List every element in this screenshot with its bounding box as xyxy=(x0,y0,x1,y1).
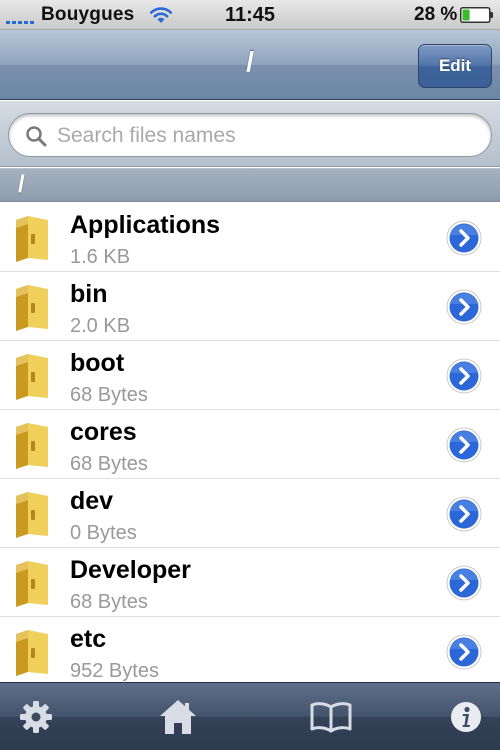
file-name: Developer xyxy=(70,556,191,584)
file-size: 1.6 KB xyxy=(70,246,131,268)
file-name: boot xyxy=(70,349,125,377)
battery-fill xyxy=(462,9,470,21)
file-list[interactable]: Applications 1.6 KB bin 2.0 KB boot 68 B… xyxy=(0,203,500,682)
folder-icon xyxy=(16,216,48,262)
detail-disclosure-button[interactable] xyxy=(446,289,482,325)
file-name: Applications xyxy=(70,211,221,239)
list-item[interactable]: bin 2.0 KB xyxy=(0,272,500,341)
file-name: bin xyxy=(70,280,108,308)
detail-disclosure-button[interactable] xyxy=(446,220,482,256)
file-size: 952 Bytes xyxy=(70,660,159,682)
folder-icon xyxy=(16,492,48,538)
search-bar xyxy=(0,101,500,167)
section-title: / xyxy=(18,171,25,198)
tab-settings[interactable] xyxy=(14,695,58,739)
file-name: dev xyxy=(70,487,114,515)
file-size: 0 Bytes xyxy=(70,522,137,544)
folder-icon xyxy=(16,285,48,331)
status-bar: Bouygues 11:45 28 % xyxy=(0,0,500,30)
book-icon xyxy=(310,702,352,733)
detail-disclosure-button[interactable] xyxy=(446,496,482,532)
file-name: etc xyxy=(70,625,107,653)
navigation-bar: / Edit xyxy=(0,30,500,100)
file-name: cores xyxy=(70,418,137,446)
search-field[interactable] xyxy=(8,113,492,157)
battery-icon xyxy=(460,7,493,23)
folder-icon xyxy=(16,423,48,469)
section-header: / xyxy=(0,168,500,202)
tab-bookmarks[interactable] xyxy=(309,695,353,739)
file-size: 68 Bytes xyxy=(70,453,148,475)
home-icon xyxy=(160,700,196,734)
edit-button[interactable]: Edit xyxy=(418,44,492,88)
search-icon xyxy=(26,126,47,147)
detail-disclosure-button[interactable] xyxy=(446,427,482,463)
detail-disclosure-button[interactable] xyxy=(446,565,482,601)
tab-info[interactable] xyxy=(444,695,488,739)
detail-disclosure-button[interactable] xyxy=(446,634,482,670)
file-size: 2.0 KB xyxy=(70,315,131,337)
list-item[interactable]: Applications 1.6 KB xyxy=(0,203,500,272)
list-item[interactable]: cores 68 Bytes xyxy=(0,410,500,479)
info-icon xyxy=(451,702,481,732)
battery-percentage: 28 % xyxy=(414,4,458,25)
search-input[interactable] xyxy=(57,123,477,149)
list-item[interactable]: boot 68 Bytes xyxy=(0,341,500,410)
tab-home[interactable] xyxy=(156,695,200,739)
detail-disclosure-button[interactable] xyxy=(446,358,482,394)
folder-icon xyxy=(16,354,48,400)
list-item[interactable]: dev 0 Bytes xyxy=(0,479,500,548)
gear-icon xyxy=(20,701,52,733)
file-size: 68 Bytes xyxy=(70,384,148,406)
folder-icon xyxy=(16,561,48,607)
folder-icon xyxy=(16,630,48,676)
file-size: 68 Bytes xyxy=(70,591,148,613)
tab-bar xyxy=(0,682,500,750)
list-item[interactable]: etc 952 Bytes xyxy=(0,617,500,682)
list-item[interactable]: Developer 68 Bytes xyxy=(0,548,500,617)
